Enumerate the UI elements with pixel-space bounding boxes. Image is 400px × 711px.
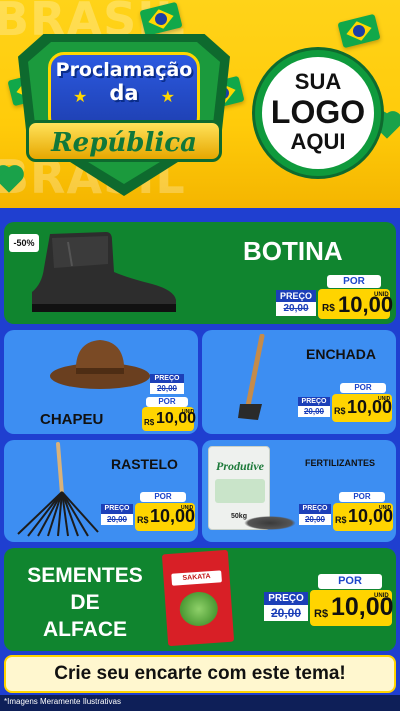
price-box: R$ 10,00 UNID [135,503,195,531]
logo-text-line-3: AQUI [290,129,346,154]
old-price: 20,00 [276,302,316,316]
product-name-sementes: SEMENTES DE ALFACE [10,562,160,643]
logo-placeholder: SUA LOGO AQUI [255,50,381,176]
logo-text-line-2: LOGO [270,94,366,130]
currency-label: R$ [144,418,155,427]
old-price: 20,00 [264,605,308,621]
preco-label: PREÇO [264,592,308,605]
old-price: 20,00 [299,514,331,525]
disclaimer-text: *Imagens Meramente Ilustrativas [4,697,121,706]
preco-label: PREÇO [299,504,331,514]
currency-label: R$ [335,515,347,525]
disclaimer-bar: *Imagens Meramente Ilustrativas [0,695,400,711]
por-label: POR [327,275,381,288]
hoe-image [238,334,265,420]
preco-label: PREÇO [101,504,133,514]
product-name-fertilizantes: FERTILIZANTES [305,458,375,468]
star-icon: ★ [73,87,88,106]
por-label: POR [339,492,385,502]
unit-label: UNID [379,505,392,511]
price-box: R$ 10,00 UNID [332,394,392,422]
unit-label: UNID [181,505,194,511]
sementes-line-3: ALFACE [43,618,127,641]
unit-label: UNID [374,292,389,298]
price-box: R$ 10,00 UNID [310,590,394,626]
title-line-3: República [51,128,197,158]
granules-pile [244,516,296,530]
proclamacao-shield-logo: Proclamação da ★ ★ República [18,34,230,196]
cta-text: Crie seu encarte com este tema! [54,663,346,684]
por-label: POR [146,397,188,407]
currency-label: R$ [322,303,335,314]
por-label: POR [318,574,382,589]
unit-label: UNID [378,396,391,402]
product-name-enchada: ENCHADA [306,346,376,362]
unit-label: UNID [182,409,195,415]
star-icon: ★ [160,87,175,106]
title-line-1: Proclamação [55,59,193,81]
packet-brand: SAKATA [171,570,222,586]
price-box: R$ 10,00 UNID [333,503,393,531]
header-banner: BRASIL BRASIL Proclamação da ★ ★ Repúbli… [0,0,400,208]
sementes-line-2: DE [70,591,100,614]
price-box: R$ 10,00 UNID [142,407,196,431]
seed-packet-image: SAKATA [161,549,235,647]
cta-banner[interactable]: Crie seu encarte com este tema! [4,655,396,693]
product-name-rastelo: RASTELO [111,456,178,472]
product-name-chapeu: CHAPEU [40,411,104,428]
old-price: 20,00 [150,383,184,394]
por-label: POR [340,383,386,393]
product-name-botina: BOTINA [243,236,343,266]
logo-text-line-1: SUA [294,69,342,94]
rake-image [17,442,99,537]
currency-label: R$ [334,406,346,416]
currency-label: R$ [314,608,329,620]
bag-brand: Produtive [216,459,264,473]
por-label: POR [140,492,186,502]
boot-image [32,232,176,312]
sementes-line-1: SEMENTES [27,564,143,587]
old-price: 20,00 [298,406,330,417]
old-price: 20,00 [101,514,133,525]
unit-label: UNID [374,593,389,599]
hat-image [50,340,150,389]
price-box: R$ 10,00 UNID [318,289,393,319]
preco-label: PREÇO [276,290,316,302]
currency-label: R$ [137,515,149,525]
brazil-flag-icon [337,13,381,49]
